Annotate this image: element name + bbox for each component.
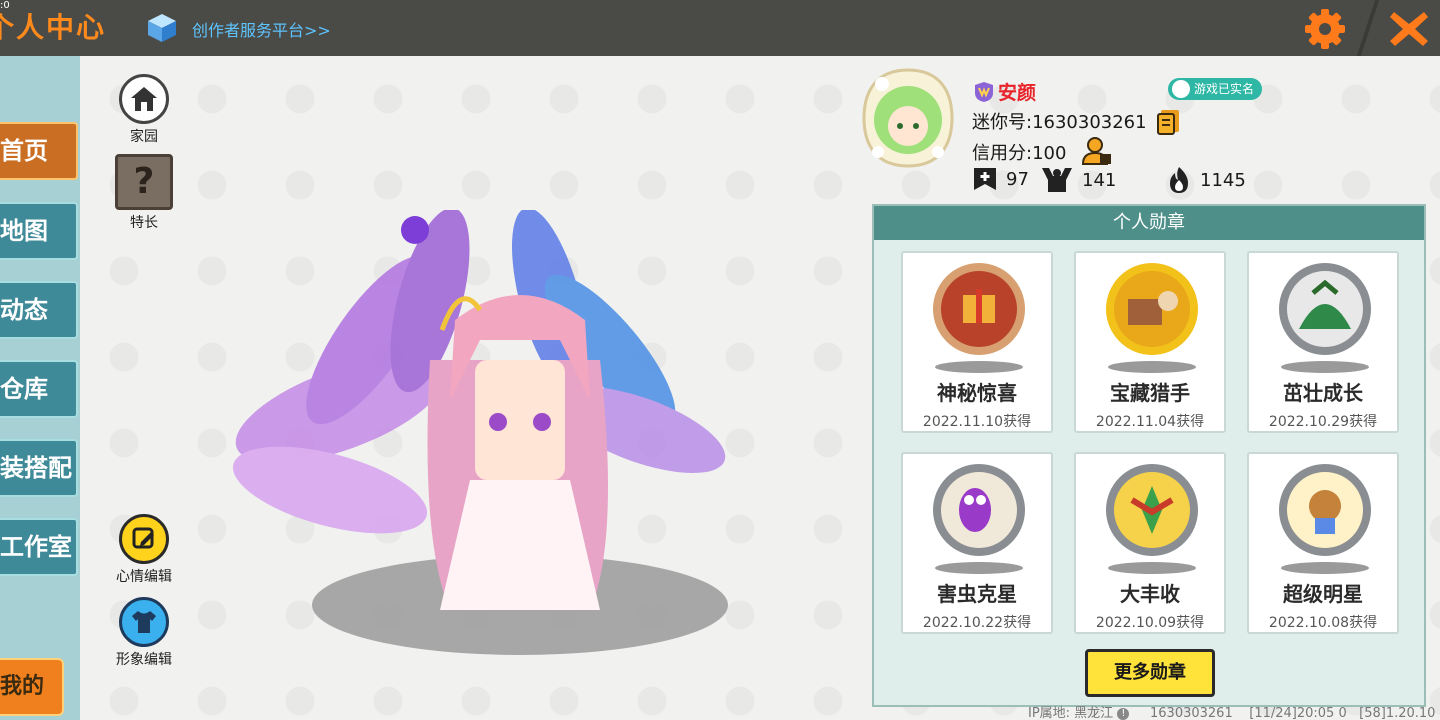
verified-badge: 游戏已实名 xyxy=(1168,78,1263,100)
footer-id: 1630303261 xyxy=(1150,706,1233,720)
heat-count: 1145 xyxy=(1200,169,1246,191)
creator-platform-link[interactable]: 创作者服务平台>> xyxy=(192,17,331,41)
footer-info: IP属地: 黑龙江 ! 1630303261 [11/24]20:05 0 [5… xyxy=(1028,702,1435,720)
talent-tool[interactable]: ? 特长 xyxy=(109,154,179,232)
medal-name: 神秘惊喜 xyxy=(937,381,1017,405)
medal-panel: 个人勋章 神秘惊喜 2022.11.10获得 宝藏猎手 2022.11.04获得… xyxy=(872,204,1426,707)
treasure-medal-icon xyxy=(1106,263,1198,373)
likes-count: 97 xyxy=(1006,168,1029,190)
nav-mine[interactable]: 我的 xyxy=(0,658,64,716)
medal-date: 2022.10.09获得 xyxy=(1095,615,1205,631)
nav-feed[interactable]: 动态 xyxy=(0,281,78,339)
medal-card[interactable]: 超级明星 2022.10.08获得 xyxy=(1247,452,1399,634)
mood-label: 心情编辑 xyxy=(116,569,172,585)
medal-panel-title: 个人勋章 xyxy=(874,206,1424,240)
medal-card[interactable]: 茁壮成长 2022.10.29获得 xyxy=(1247,251,1399,433)
name-row: 安颜 xyxy=(974,78,1036,105)
pest-medal-icon xyxy=(933,464,1025,574)
medal-name: 茁壮成长 xyxy=(1283,381,1363,405)
home-label: 家园 xyxy=(130,129,158,145)
home-tool[interactable]: 家园 xyxy=(109,74,179,146)
nav-storage[interactable]: 仓库 xyxy=(0,360,78,418)
like-icon xyxy=(974,168,996,190)
shirt-icon[interactable] xyxy=(119,597,169,647)
cube-icon[interactable] xyxy=(146,12,178,44)
ip-location: IP属地: 黑龙江 xyxy=(1028,706,1114,720)
harvest-medal-icon xyxy=(1106,464,1198,574)
medal-card[interactable]: 大丰收 2022.10.09获得 xyxy=(1074,452,1226,634)
page-title: 个人中心 xyxy=(0,11,107,44)
medal-date: 2022.10.22获得 xyxy=(922,615,1032,631)
vip-shield-icon xyxy=(975,81,993,102)
medal-name: 宝藏猎手 xyxy=(1110,381,1190,405)
mood-tool[interactable]: 心情编辑 xyxy=(109,514,179,586)
house-icon[interactable] xyxy=(119,74,169,124)
medal-date: 2022.11.04获得 xyxy=(1095,414,1205,430)
nav-home[interactable]: 首页 xyxy=(0,122,78,180)
gear-icon[interactable] xyxy=(1302,6,1348,52)
character-avatar[interactable] xyxy=(220,210,740,670)
sprout-medal-icon xyxy=(1279,263,1371,373)
credit-user-icon[interactable] xyxy=(1082,136,1112,166)
footer-version: [58]1.20.10 xyxy=(1359,706,1436,720)
gift-medal-icon xyxy=(933,263,1025,373)
fans-count: 141 xyxy=(1082,169,1117,191)
medal-card[interactable]: 神秘惊喜 2022.11.10获得 xyxy=(901,251,1053,433)
medal-date: 2022.11.10获得 xyxy=(922,414,1032,430)
credit-score: 信用分:100 xyxy=(972,143,1067,164)
look-label: 形象编辑 xyxy=(116,652,172,668)
mini-id: 迷你号:1630303261 xyxy=(972,112,1147,133)
left-nav: 首页 地图 动态 仓库 装搭配 工作室 我的 xyxy=(0,56,80,720)
edit-icon[interactable] xyxy=(119,514,169,564)
fans-stat: 141 xyxy=(1040,166,1116,194)
user-check-icon xyxy=(1172,80,1190,98)
close-icon[interactable] xyxy=(1388,8,1430,50)
talent-label: 特长 xyxy=(130,215,158,231)
nav-map[interactable]: 地图 xyxy=(0,202,78,260)
copy-icon[interactable] xyxy=(1156,108,1182,136)
fire-icon xyxy=(1170,167,1188,193)
medal-date: 2022.10.08获得 xyxy=(1268,615,1378,631)
star-medal-icon xyxy=(1279,464,1371,574)
profile-avatar[interactable] xyxy=(862,68,954,168)
question-icon[interactable]: ? xyxy=(115,154,173,210)
look-tool[interactable]: 形象编辑 xyxy=(109,597,179,669)
nav-outfit[interactable]: 装搭配 xyxy=(0,439,78,497)
player-name: 安颜 xyxy=(998,82,1037,104)
fans-icon xyxy=(1042,168,1072,192)
medal-date: 2022.10.29获得 xyxy=(1268,414,1378,430)
likes-stat: 97 xyxy=(972,166,1029,192)
info-icon[interactable]: ! xyxy=(1117,707,1130,720)
medal-card[interactable]: 害虫克星 2022.10.22获得 xyxy=(901,452,1053,634)
verified-label: 游戏已实名 xyxy=(1194,82,1255,96)
medal-name: 害虫克星 xyxy=(937,582,1017,606)
more-medals-button[interactable]: 更多勋章 xyxy=(1085,649,1215,697)
medal-card[interactable]: 宝藏猎手 2022.11.04获得 xyxy=(1074,251,1226,433)
medal-name: 大丰收 xyxy=(1120,582,1180,606)
footer-time: [11/24]20:05 0 xyxy=(1249,706,1347,720)
heat-stat: 1145 xyxy=(1166,166,1246,194)
medal-name: 超级明星 xyxy=(1283,582,1363,606)
top-bar: :0 个人中心 创作者服务平台>> xyxy=(0,0,1440,56)
nav-studio[interactable]: 工作室 xyxy=(0,518,78,576)
header-divider xyxy=(1356,0,1380,56)
